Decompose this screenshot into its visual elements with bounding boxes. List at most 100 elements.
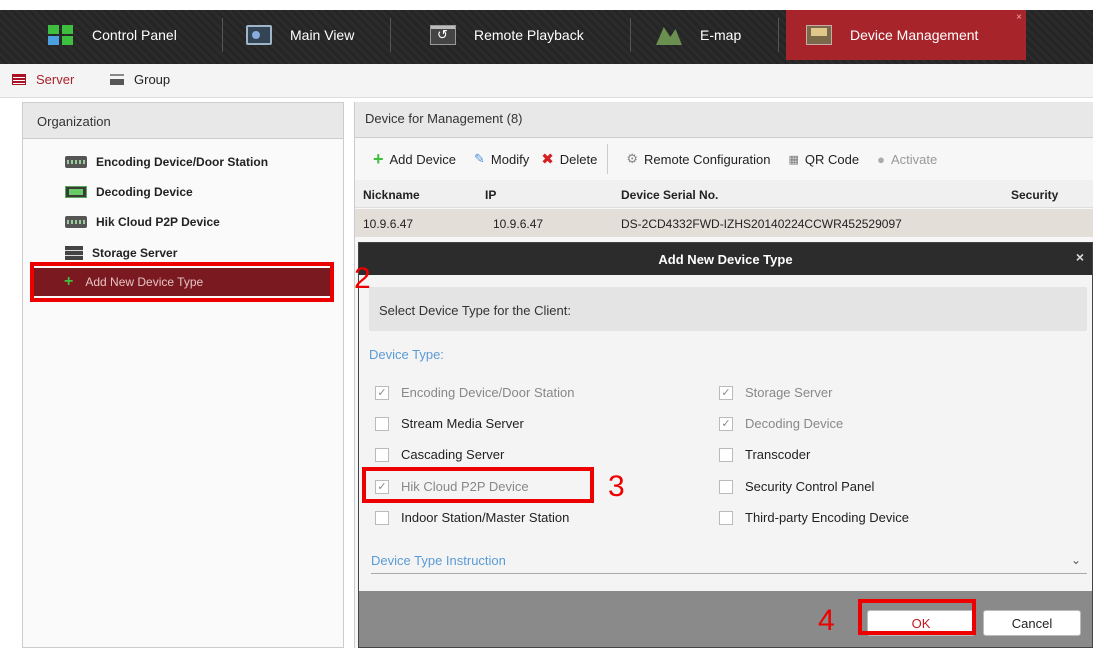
- tab-label: Control Panel: [92, 27, 177, 43]
- checkbox-box[interactable]: [375, 510, 389, 525]
- checkbox-box[interactable]: ✓: [375, 385, 389, 400]
- tab-main-view[interactable]: Main View: [246, 10, 354, 60]
- management-toolbar: + Add Device ✎ Modify ✖ Delete ⚙ Remote …: [355, 142, 1093, 176]
- dialog-title-bar: Add New Device Type ×: [359, 243, 1092, 275]
- decoding-device-icon: [65, 186, 87, 198]
- add-device-button[interactable]: + Add Device: [373, 149, 456, 170]
- annotation-number-step2: 2: [354, 262, 371, 295]
- tab-label: Main View: [290, 27, 355, 43]
- subtab-label: Group: [134, 72, 171, 87]
- checkbox-box[interactable]: [375, 416, 389, 431]
- button-label: Add Device: [389, 151, 456, 167]
- cell-ip: 10.9.6.47: [493, 217, 544, 231]
- group-icon: [110, 74, 124, 85]
- tree-item-encoding-device[interactable]: Encoding Device/Door Station: [35, 149, 268, 175]
- tab-label: Remote Playback: [474, 27, 584, 43]
- annotation-number-step3: 3: [608, 470, 625, 503]
- checkbox-label: Storage Server: [745, 385, 833, 400]
- tab-label: E-map: [700, 27, 742, 43]
- toolbar-separator: [607, 144, 609, 174]
- tab-remote-playback[interactable]: Remote Playback: [430, 10, 584, 60]
- checkbox-box[interactable]: ✓: [719, 416, 733, 431]
- checkbox-label: Cascading Server: [401, 447, 505, 462]
- annotation-box-step3: [362, 467, 594, 503]
- column-header-security[interactable]: Security: [1011, 188, 1058, 202]
- annotation-box-step2: [30, 262, 334, 302]
- checkbox-third-party-encoding[interactable]: Third-party Encoding Device: [719, 510, 909, 525]
- server-icon: [12, 74, 26, 85]
- activate-button[interactable]: ● Activate: [877, 152, 937, 167]
- sub-tab-bar: Server Group: [0, 64, 1093, 98]
- checkbox-label: Stream Media Server: [401, 416, 524, 431]
- checkbox-box[interactable]: [375, 447, 389, 462]
- emap-icon: [656, 27, 682, 45]
- tab-label: Device Management: [850, 27, 979, 43]
- remote-configuration-button[interactable]: ⚙ Remote Configuration: [626, 151, 770, 167]
- checkbox-label: Decoding Device: [745, 416, 844, 431]
- checkbox-label: Security Control Panel: [745, 479, 875, 494]
- delete-button[interactable]: ✖ Delete: [541, 150, 597, 168]
- checkbox-box[interactable]: [719, 479, 733, 494]
- tree-label: Decoding Device: [96, 185, 193, 199]
- checkbox-storage-server[interactable]: ✓ Storage Server: [719, 385, 832, 400]
- subtab-group[interactable]: Group: [110, 72, 170, 87]
- top-navigation-bar: Control Panel Main View Remote Playback …: [0, 0, 1093, 64]
- tab-emap[interactable]: E-map: [656, 10, 741, 60]
- instruction-label: Device Type Instruction: [371, 553, 506, 568]
- checkbox-stream-media-server[interactable]: Stream Media Server: [375, 416, 524, 431]
- checkbox-label: Third-party Encoding Device: [745, 510, 910, 525]
- checkbox-security-control-panel[interactable]: Security Control Panel: [719, 479, 874, 494]
- tab-separator: [390, 18, 391, 52]
- annotation-box-step4: [858, 599, 976, 635]
- bulb-icon: ●: [877, 151, 885, 167]
- storage-server-icon: [65, 246, 83, 260]
- subtab-server[interactable]: Server: [12, 72, 74, 87]
- button-label: Activate: [890, 151, 938, 167]
- checkbox-cascading-server[interactable]: Cascading Server: [375, 447, 504, 462]
- device-type-instruction-toggle[interactable]: Device Type Instruction ⌄: [371, 553, 1087, 574]
- checkbox-transcoder[interactable]: Transcoder: [719, 447, 810, 462]
- checkbox-label: Transcoder: [745, 447, 811, 462]
- cancel-button[interactable]: Cancel: [983, 610, 1081, 636]
- top-strip: [0, 0, 1093, 10]
- tree-item-decoding-device[interactable]: Decoding Device: [35, 179, 193, 205]
- control-panel-icon: [48, 25, 74, 45]
- tab-separator: [778, 18, 779, 52]
- checkbox-box[interactable]: ✓: [719, 385, 733, 400]
- remote-playback-icon: [430, 25, 456, 45]
- qr-code-button[interactable]: ▦ QR Code: [788, 152, 859, 167]
- tree-label: Hik Cloud P2P Device: [96, 215, 220, 229]
- close-icon[interactable]: ×: [1016, 12, 1022, 23]
- device-type-heading: Device Type:: [369, 347, 444, 362]
- device-management-icon: [806, 25, 832, 45]
- tab-control-panel[interactable]: Control Panel: [48, 10, 177, 60]
- organization-header: Organization: [23, 103, 343, 139]
- management-header: Device for Management (8): [355, 102, 1093, 138]
- tree-item-cloud-device[interactable]: Hik Cloud P2P Device: [35, 209, 220, 235]
- annotation-number-step4: 4: [818, 604, 835, 637]
- dialog-prompt: Select Device Type for the Client:: [369, 287, 1087, 331]
- cell-serial: DS-2CD4332FWD-IZHS20140224CCWR452529097: [621, 217, 902, 231]
- table-row[interactable]: 10.9.6.47 10.9.6.47 DS-2CD4332FWD-IZHS20…: [355, 209, 1093, 237]
- close-icon[interactable]: ×: [1076, 249, 1084, 265]
- button-label: Delete: [559, 151, 598, 167]
- tree-label: Encoding Device/Door Station: [96, 155, 269, 169]
- plus-icon: +: [373, 148, 384, 169]
- checkbox-box[interactable]: [719, 447, 733, 462]
- column-header-nickname[interactable]: Nickname: [363, 188, 420, 202]
- checkbox-encoding-device[interactable]: ✓ Encoding Device/Door Station: [375, 385, 574, 400]
- organization-panel: Organization Encoding Device/Door Statio…: [22, 102, 344, 648]
- edit-icon: ✎: [474, 151, 485, 166]
- button-label: Modify: [490, 151, 530, 167]
- column-header-ip[interactable]: IP: [485, 188, 496, 202]
- checkbox-decoding-device[interactable]: ✓ Decoding Device: [719, 416, 843, 431]
- cloud-device-icon: [65, 216, 87, 228]
- tree-label: Storage Server: [92, 246, 178, 260]
- button-label: Remote Configuration: [644, 151, 771, 167]
- modify-button[interactable]: ✎ Modify: [474, 151, 529, 167]
- checkbox-indoor-station[interactable]: Indoor Station/Master Station: [375, 510, 569, 525]
- checkbox-box[interactable]: [719, 510, 733, 525]
- column-header-serial[interactable]: Device Serial No.: [621, 188, 718, 202]
- tab-device-management[interactable]: Device Management ×: [786, 10, 1026, 60]
- subtab-label: Server: [36, 72, 75, 87]
